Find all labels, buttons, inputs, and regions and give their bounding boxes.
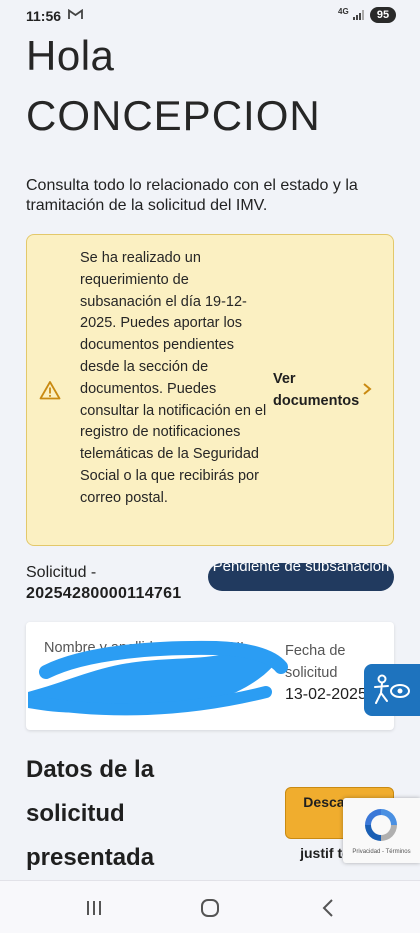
gmail-icon (68, 9, 83, 19)
solicitud-number: 20254280000114761 (26, 585, 182, 602)
ver-documentos-link[interactable]: Ver documentos (273, 368, 373, 412)
chevron-right-icon[interactable] (362, 382, 372, 396)
battery-indicator: 95 (370, 7, 396, 23)
accessibility-button[interactable] (364, 664, 420, 716)
section-title: Datos de la solicitud presentada (26, 756, 155, 871)
warning-icon (39, 381, 61, 400)
intro-text: Consulta todo lo relacionado con el esta… (26, 177, 358, 214)
status-time: 11:56 (26, 8, 62, 24)
recaptcha-icon (365, 809, 397, 841)
greeting-name: CONCEPCION (26, 92, 321, 139)
back-icon[interactable] (308, 895, 348, 921)
home-icon[interactable] (190, 895, 230, 921)
greeting-hello: Hola (26, 32, 115, 79)
status-bar: 11:56 4G 95 (0, 0, 420, 32)
recaptcha-terms[interactable]: Privacidad - Términos (343, 849, 420, 855)
status-badge: Pendiente de subsanación (208, 563, 394, 591)
network-indicator: 4G (338, 7, 349, 16)
solicitud-summary-card: Nombre y apellidos DNI Fecha de solicitu… (26, 622, 394, 730)
redaction-scribble (28, 640, 288, 716)
subsanacion-alert: Se ha realizado un requerimiento de subs… (26, 234, 394, 546)
system-navigation-bar (0, 880, 420, 933)
status-badge-label: Pendiente de subsanación (212, 563, 390, 575)
recent-apps-icon[interactable] (74, 895, 114, 921)
recaptcha-badge[interactable]: Privacidad - Términos (343, 798, 420, 863)
signal-icon (353, 10, 364, 20)
accessibility-icon (374, 674, 410, 704)
alert-message: Se ha realizado un requerimiento de subs… (80, 250, 267, 506)
solicitud-label: Solicitud - (26, 564, 97, 581)
